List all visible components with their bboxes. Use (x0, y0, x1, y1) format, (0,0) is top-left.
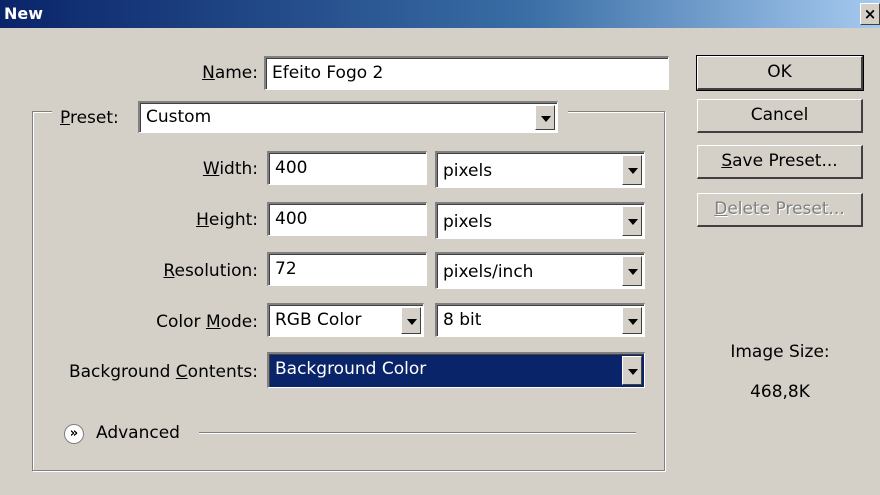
resolution-label: Resolution: (163, 261, 258, 281)
chevron-down-icon[interactable] (622, 307, 642, 334)
image-size-label: Image Size: (730, 342, 830, 362)
resolution-input[interactable]: 72 (267, 252, 427, 286)
height-unit-select[interactable]: pixels (435, 202, 645, 239)
close-button[interactable]: × (860, 3, 880, 25)
background-contents-label: Background Contents: (68, 362, 258, 382)
chevron-down-icon[interactable] (622, 206, 642, 236)
chevron-down-icon[interactable] (622, 356, 642, 385)
name-label: Name: (202, 63, 258, 83)
name-input[interactable]: Efeito Fogo 2 (264, 56, 669, 90)
preset-select[interactable]: Custom (138, 101, 558, 133)
ok-button[interactable]: OK (696, 55, 864, 91)
save-preset-button[interactable]: Save Preset... (697, 145, 863, 179)
advanced-toggle[interactable]: Advanced (96, 423, 180, 443)
advanced-divider (199, 432, 636, 434)
resolution-unit-select[interactable]: pixels/inch (435, 252, 645, 289)
cancel-button[interactable]: Cancel (697, 99, 863, 133)
chevron-down-icon[interactable] (622, 256, 642, 286)
preset-label: Preset: (60, 108, 119, 128)
width-unit-select[interactable]: pixels (435, 151, 645, 188)
width-label: Width: (202, 159, 258, 179)
delete-preset-button[interactable]: Delete Preset... (697, 193, 863, 227)
image-size-value: 468,8K (750, 382, 810, 402)
color-mode-label: Color Mode: (156, 312, 258, 332)
width-input[interactable]: 400 (267, 151, 427, 185)
color-mode-select[interactable]: RGB Color (267, 303, 424, 337)
bit-depth-select[interactable]: 8 bit (435, 303, 645, 337)
height-label: Height: (196, 210, 258, 230)
chevron-down-icon[interactable] (401, 307, 421, 334)
chevron-double-down-icon[interactable]: » (64, 424, 84, 444)
chevron-down-icon[interactable] (622, 155, 642, 185)
chevron-down-icon[interactable] (535, 105, 555, 130)
background-contents-select[interactable]: Background Color (267, 352, 645, 388)
title-bar: New × (0, 0, 880, 28)
height-input[interactable]: 400 (267, 202, 427, 236)
window-title: New (4, 4, 44, 23)
